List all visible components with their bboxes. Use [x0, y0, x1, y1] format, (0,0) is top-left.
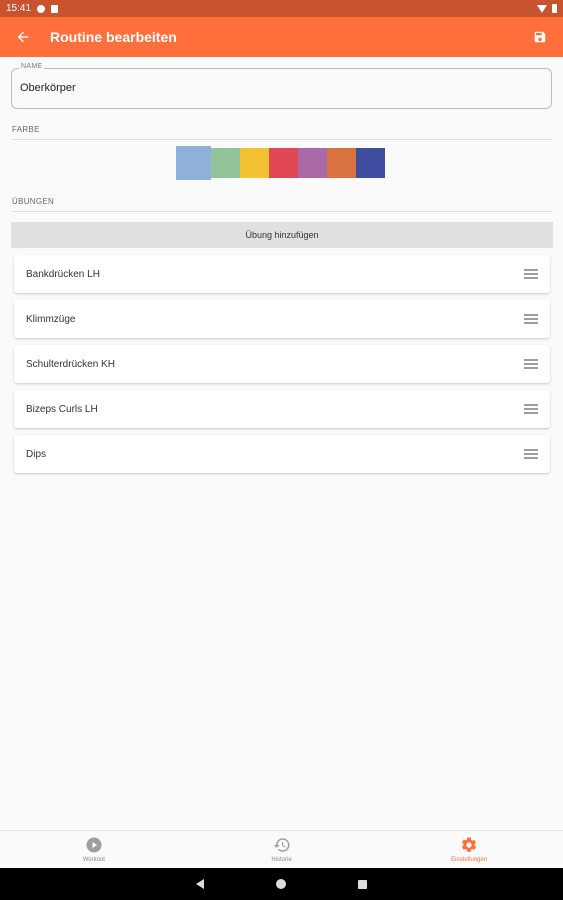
system-back-icon[interactable]	[196, 879, 204, 889]
system-home-icon[interactable]	[276, 879, 286, 889]
exercise-name: Schulterdrücken KH	[26, 358, 115, 370]
history-icon	[273, 836, 291, 854]
arrow-left-icon	[17, 31, 29, 43]
wifi-icon	[537, 4, 547, 13]
color-swatch[interactable]	[298, 148, 327, 178]
battery-icon	[552, 4, 557, 13]
drag-handle-icon[interactable]	[524, 314, 538, 324]
nav-history[interactable]: Historie	[188, 831, 376, 868]
list-item[interactable]: Klimmzüge	[14, 300, 550, 338]
exercise-name: Dips	[26, 448, 47, 460]
nav-label: Einstellungen	[451, 857, 488, 863]
divider	[12, 211, 552, 212]
drag-handle-icon[interactable]	[524, 269, 538, 279]
color-section-label: FARBE	[12, 125, 40, 134]
page-title: Routine bearbeiten	[50, 29, 177, 45]
list-item[interactable]: Bankdrücken LH	[14, 255, 550, 293]
drag-handle-icon[interactable]	[524, 404, 538, 414]
color-swatch-selected[interactable]	[176, 146, 211, 180]
add-exercise-button[interactable]: Übung hinzufügen	[11, 222, 553, 248]
color-swatch[interactable]	[211, 148, 240, 178]
app-bar: Routine bearbeiten	[0, 17, 563, 57]
name-field-label: NAME	[19, 63, 45, 70]
drag-handle-icon[interactable]	[524, 449, 538, 459]
notification-icon	[37, 4, 46, 13]
color-swatch[interactable]	[356, 148, 385, 178]
save-button[interactable]	[529, 26, 551, 48]
sim-icon	[51, 4, 59, 13]
bottom-navigation: Workout Historie Einstellungen	[0, 830, 563, 868]
color-swatch[interactable]	[327, 148, 356, 178]
status-time: 15:41	[6, 3, 32, 14]
system-recents-icon[interactable]	[358, 879, 367, 889]
list-item[interactable]: Bizeps Curls LH	[14, 390, 550, 428]
nav-settings[interactable]: Einstellungen	[375, 831, 563, 868]
name-field[interactable]: NAME	[11, 63, 552, 109]
list-item[interactable]: Dips	[14, 435, 550, 473]
name-input[interactable]	[20, 82, 540, 94]
status-bar: 15:41	[0, 0, 563, 17]
system-navigation-bar	[0, 868, 563, 900]
back-button[interactable]	[12, 26, 34, 48]
exercises-section-label: ÜBUNGEN	[12, 197, 55, 206]
exercise-name: Bankdrücken LH	[26, 268, 100, 280]
color-picker	[176, 146, 385, 180]
divider	[12, 139, 552, 140]
nav-workout[interactable]: Workout	[0, 831, 188, 868]
nav-label: Historie	[271, 857, 292, 863]
list-item[interactable]: Schulterdrücken KH	[14, 345, 550, 383]
color-swatch[interactable]	[269, 148, 298, 178]
exercise-name: Klimmzüge	[26, 313, 76, 325]
exercise-name: Bizeps Curls LH	[26, 403, 98, 415]
save-icon	[534, 31, 546, 43]
color-swatch[interactable]	[240, 148, 269, 178]
exercise-list: Bankdrücken LH Klimmzüge Schulterdrücken…	[14, 255, 550, 480]
gear-icon	[460, 836, 478, 854]
drag-handle-icon[interactable]	[524, 359, 538, 369]
play-circle-icon	[85, 836, 103, 854]
edit-routine-form: NAME FARBE ÜBUNGEN Übung hinzufügen Bank…	[0, 57, 563, 830]
nav-label: Workout	[82, 857, 105, 863]
